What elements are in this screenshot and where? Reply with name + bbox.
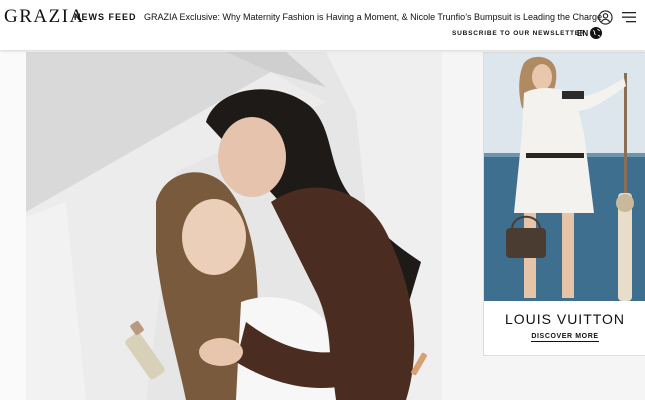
advertisement[interactable]: LOUIS VUITTON DISCOVER MORE bbox=[483, 52, 645, 356]
globe-icon[interactable] bbox=[590, 27, 602, 39]
news-feed-label[interactable]: NEWS FEED bbox=[74, 12, 137, 22]
article-hero-image[interactable] bbox=[26, 52, 442, 400]
language-selector[interactable]: EN bbox=[577, 29, 588, 38]
news-ticker-link[interactable]: GRAZIA Exclusive: Why Maternity Fashion … bbox=[144, 12, 602, 22]
ad-photo-illustration bbox=[484, 53, 645, 301]
hero-photo-illustration bbox=[26, 52, 442, 400]
subscribe-newsletter-link[interactable]: SUBSCRIBE TO OUR NEWSLETTER bbox=[452, 30, 585, 37]
discover-more-link[interactable]: DISCOVER MORE bbox=[484, 333, 645, 342]
site-header: GRAZIA NEWS FEED GRAZIA Exclusive: Why M… bbox=[0, 0, 645, 50]
ad-brand-name: LOUIS VUITTON bbox=[504, 311, 626, 327]
grazia-logo[interactable]: GRAZIA bbox=[4, 6, 85, 28]
ad-image[interactable] bbox=[484, 53, 645, 301]
discover-more-label[interactable]: DISCOVER MORE bbox=[531, 333, 599, 342]
menu-icon[interactable] bbox=[622, 11, 636, 23]
user-icon[interactable] bbox=[598, 10, 613, 25]
left-gutter bbox=[0, 52, 26, 400]
